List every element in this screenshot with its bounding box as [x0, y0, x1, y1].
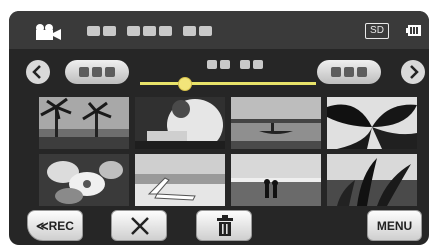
couple-sunset-thumbnail[interactable] [231, 154, 321, 206]
boat-lake-thumbnail[interactable] [231, 97, 321, 149]
sd-card-badge: SD [365, 23, 389, 39]
battery-icon [406, 25, 421, 36]
title-placeholder [87, 26, 212, 36]
thumbnail-grid [39, 97, 417, 206]
menu-button[interactable]: MENU [367, 210, 422, 241]
camera-screen: SD ≪REC MENU [9, 11, 429, 245]
previous-page-button[interactable] [26, 60, 50, 84]
rec-label: ≪REC [36, 218, 74, 233]
plant-silhouette-thumbnail[interactable] [327, 154, 417, 206]
menu-label: MENU [376, 218, 413, 233]
next-date-button[interactable] [317, 60, 381, 84]
video-camera-icon [36, 24, 61, 40]
previous-date-button[interactable] [65, 60, 129, 84]
status-bar: SD [9, 11, 429, 49]
slider-handle[interactable] [178, 77, 192, 91]
next-page-button[interactable] [401, 60, 425, 84]
close-icon [131, 217, 149, 235]
beach-chair-thumbnail[interactable] [135, 154, 225, 206]
timeline-slider[interactable] [140, 82, 316, 85]
rec-button[interactable]: ≪REC [27, 210, 83, 241]
trash-icon [217, 215, 233, 236]
chevron-left-icon [32, 65, 41, 79]
person-reading-thumbnail[interactable] [135, 97, 225, 149]
palm-trees-thumbnail[interactable] [39, 97, 129, 149]
cancel-button[interactable] [111, 210, 167, 241]
delete-button[interactable] [196, 210, 252, 241]
chevron-right-icon [410, 65, 419, 79]
flower-closeup-thumbnail[interactable] [39, 154, 129, 206]
palm-leaves-thumbnail[interactable] [327, 97, 417, 149]
date-placeholder [207, 60, 263, 69]
